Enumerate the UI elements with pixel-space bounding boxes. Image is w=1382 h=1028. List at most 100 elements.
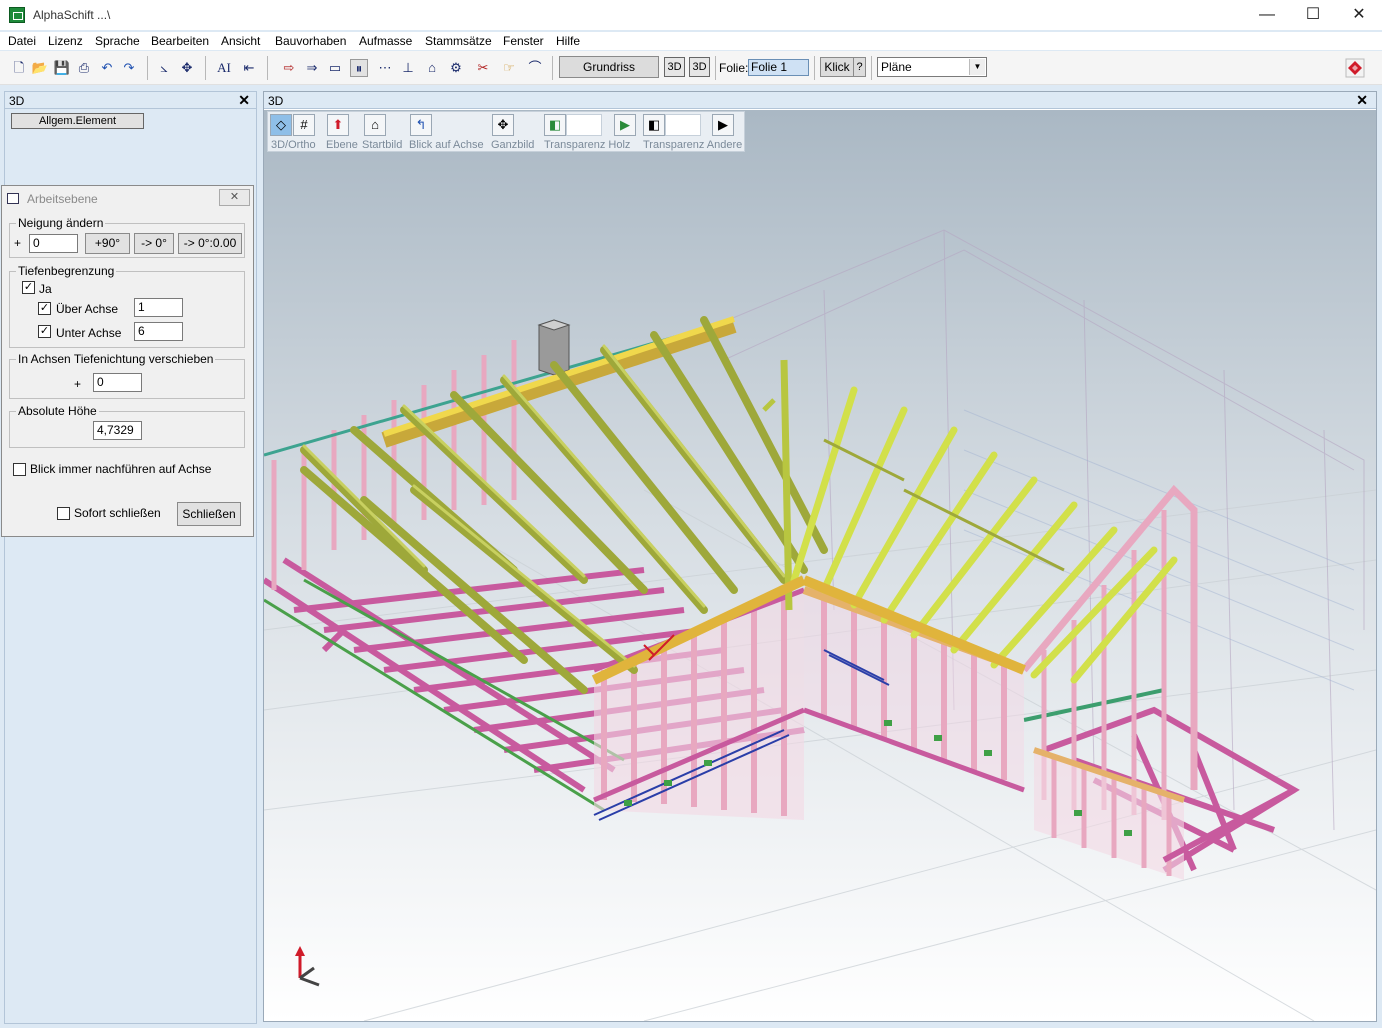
startbild-icon[interactable]: ⌂ [364,114,386,136]
transparenz-holz-slider[interactable] [566,114,602,136]
view-3d-alt-button[interactable]: 3D [689,57,710,77]
ebene-icon[interactable]: ⬆ [327,114,349,136]
move-icon[interactable]: ✥ [178,59,196,77]
line-dots-icon[interactable]: ⋯ [376,59,394,77]
left-panel-close-icon[interactable]: ✕ [238,92,250,109]
ganzbild-icon[interactable]: ✥ [492,114,514,136]
tiefenbegrenzung-group: Tiefenbegrenzung ✓ Ja ✓ Über Achse 1 ✓ U… [9,264,245,348]
grid-icon[interactable]: # [293,114,315,136]
grundriss-button[interactable]: Grundriss [559,56,659,78]
klick-help-button[interactable]: ? [853,57,866,77]
ueber-achse-input[interactable]: 1 [134,298,183,317]
open-folder-icon[interactable]: 📂 [31,59,49,77]
dialog-title: Arbeitsebene [27,192,98,206]
text-tool-icon[interactable]: AI [215,59,233,77]
viewport-header: 3D ✕ [264,92,1376,109]
klick-button[interactable]: Klick [820,57,854,77]
save-icon[interactable]: 💾 [53,59,71,77]
achsen-verschieben-input[interactable]: 0 [93,373,142,392]
menu-datei[interactable]: Datei [8,34,36,48]
gear-icon[interactable]: ⚙ [447,59,465,77]
unter-achse-input[interactable]: 6 [134,322,183,341]
beam-arrow-icon[interactable]: ⇨ [280,59,298,77]
menu-bearbeiten[interactable]: Bearbeiten [151,34,209,48]
new-file-icon[interactable]: 🗋 [10,59,28,77]
menu-aufmasse[interactable]: Aufmasse [359,34,412,48]
transparenz-holz-plus-icon[interactable]: ▶ [614,114,636,136]
menu-bauvorhaben[interactable]: Bauvorhaben [275,34,346,48]
absolute-hoehe-group: Absolute Höhe 4,7329 [9,404,245,448]
absolute-hoehe-input[interactable]: 4,7329 [93,421,142,440]
height-icon[interactable]: ⊥ [399,59,417,77]
title-bar: AlphaSchift ...\ — ☐ ✕ [0,0,1382,30]
toolbar-separator [715,56,716,80]
3d-ortho-icon[interactable]: ◇ [270,114,292,136]
beam-outline-icon[interactable]: ⇒ [303,59,321,77]
tiefenbegrenzung-label: Tiefenbegrenzung [16,264,117,278]
transparenz-holz-minus-icon[interactable]: ◧ [544,114,566,136]
toolbar-separator [871,56,872,80]
view-3d-button[interactable]: 3D [664,57,685,77]
roof-icon[interactable]: ⌂ [423,59,441,77]
menu-stammsaetze[interactable]: Stammsätze [425,34,492,48]
maximize-button[interactable]: ☐ [1290,0,1336,30]
3d-model-canvas[interactable] [264,110,1376,1021]
hand-icon[interactable]: ☞ [500,59,518,77]
plaene-select[interactable]: Pläne ▼ [877,57,987,77]
neigung-group: Neigung ändern + 0 +90° -> 0° -> 0°:0.00 [9,216,245,258]
transparenz-andere-slider[interactable] [665,114,701,136]
unter-achse-checkbox[interactable]: ✓ [38,325,51,338]
transparenz-holz-label: Transparenz Holz [544,139,631,151]
blick-auf-achse-label: Blick auf Achse [409,139,484,151]
schliessen-button[interactable]: Schließen [177,502,241,526]
transparenz-andere-minus-icon[interactable]: ◧ [643,114,665,136]
transparenz-andere-label: Transparenz Andere [643,139,743,151]
close-button[interactable]: ✕ [1336,0,1382,30]
viewport-close-icon[interactable]: ✕ [1356,92,1368,109]
transparenz-andere-plus-icon[interactable]: ▶ [712,114,734,136]
chevron-down-icon[interactable]: ▼ [969,59,985,75]
rectangle-icon[interactable]: ▭ [326,59,344,77]
curve-icon[interactable]: ⌒ [526,59,544,77]
viewport-toolbar: ◇ # 3D/Ortho ⬆ Ebene ⌂ Startbild ↰ Blick… [267,111,745,152]
sofort-schliessen-label: Sofort schließen [74,506,161,520]
left-panel-header: 3D ✕ [5,92,256,109]
neigung-input[interactable]: 0 [29,234,78,253]
toolbar-separator [267,56,268,80]
measure-angle-icon[interactable]: ⦣ [155,59,173,77]
menu-sprache[interactable]: Sprache [95,34,140,48]
dialog-close-button[interactable]: ✕ [219,189,250,206]
ueber-achse-label: Über Achse [56,302,119,316]
menu-ansicht[interactable]: Ansicht [221,34,260,48]
unter-achse-label: Unter Achse [56,326,122,340]
app-icon [9,7,25,23]
ueber-achse-checkbox[interactable]: ✓ [38,302,51,315]
sofort-schliessen-checkbox[interactable] [57,507,70,520]
blick-nachfuehren-checkbox[interactable] [13,463,26,476]
minimize-button[interactable]: — [1244,0,1290,30]
to-0-button[interactable]: -> 0° [134,233,174,254]
menu-fenster[interactable]: Fenster [503,34,544,48]
to-0-000-button[interactable]: -> 0°:0.00 [178,233,242,254]
redo-icon[interactable]: ↷ [120,59,138,77]
allgem-element-button[interactable]: Allgem.Element [11,113,144,129]
dimension-icon[interactable]: ⇤ [240,59,258,77]
achsen-verschieben-label: In Achsen Tiefenichtung verschieben [16,352,216,366]
folie-input[interactable]: Folie 1 [748,59,809,76]
plus-90-button[interactable]: +90° [85,233,130,254]
toolbar-separator [147,56,148,80]
ja-checkbox[interactable]: ✓ [22,281,35,294]
menu-lizenz[interactable]: Lizenz [48,34,83,48]
blick-auf-achse-icon[interactable]: ↰ [410,114,432,136]
toolbar-separator [205,56,206,80]
pause-icon[interactable]: ⏸ [350,59,368,77]
left-panel-title: 3D [9,94,25,108]
undo-icon[interactable]: ↶ [98,59,116,77]
toolbar-separator [814,56,815,80]
print-icon[interactable]: ⎙ [75,59,93,77]
red-diamond-icon[interactable] [1345,58,1365,78]
menu-hilfe[interactable]: Hilfe [556,34,580,48]
blick-nachfuehren-label: Blick immer nachführen auf Achse [30,462,212,476]
absolute-hoehe-label: Absolute Höhe [16,404,99,418]
tools-icon[interactable]: ✂ [474,59,492,77]
